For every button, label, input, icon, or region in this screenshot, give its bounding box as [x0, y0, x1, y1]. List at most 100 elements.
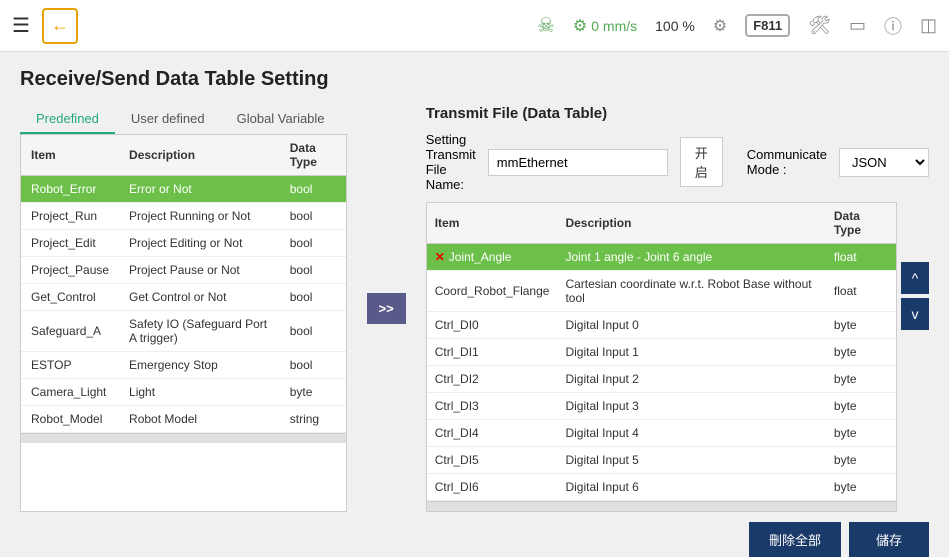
speed-display: ⚙ 0 mm/s — [573, 16, 637, 36]
layout-icon[interactable]: ◫ — [920, 15, 937, 36]
monitor-icon[interactable]: ▭ — [849, 15, 866, 36]
cell-description: Digital Input 6 — [557, 474, 825, 501]
tabs: Predefined User defined Global Variable — [20, 105, 347, 134]
cell-type: byte — [826, 474, 896, 501]
cell-type: float — [826, 244, 896, 271]
cell-item: Ctrl_DI2 — [427, 366, 558, 393]
table-row[interactable]: ESTOP Emergency Stop bool — [21, 352, 346, 379]
info-icon[interactable]: ⓘ — [884, 13, 902, 39]
cell-description: Digital Input 1 — [557, 339, 825, 366]
delete-all-button[interactable]: 刪除全部 — [749, 522, 841, 557]
cell-item: Ctrl_DI5 — [427, 447, 558, 474]
percent-display: 100 % — [655, 18, 695, 34]
nav-buttons: ^ v — [901, 262, 929, 512]
cell-type: string — [280, 406, 346, 433]
communicate-select[interactable]: JSON XML CSV — [839, 148, 929, 177]
cell-type: byte — [826, 366, 896, 393]
table-row[interactable]: Ctrl_DI2 Digital Input 2 byte — [427, 366, 896, 393]
file-name-label: Setting Transmit File Name: — [426, 132, 476, 192]
speed-icon: ⚙ — [573, 16, 587, 36]
table-row[interactable]: Ctrl_DI1 Digital Input 1 byte — [427, 339, 896, 366]
transmit-controls: Setting Transmit File Name: 开启 Communica… — [426, 132, 929, 192]
table-row[interactable]: Get_Control Get Control or Not bool — [21, 284, 346, 311]
cell-description: Digital Input 3 — [557, 393, 825, 420]
down-button[interactable]: v — [901, 298, 929, 330]
bottom-buttons: 刪除全部 儲存 — [20, 522, 929, 557]
transmit-data-table: Item Description Data Type ✕Joint_Angle … — [427, 203, 896, 501]
fcode-display: F811 — [745, 14, 790, 37]
table-row[interactable]: Ctrl_DI0 Digital Input 0 byte — [427, 312, 896, 339]
tab-predefined[interactable]: Predefined — [20, 105, 115, 134]
table-row[interactable]: ✕Joint_Angle Joint 1 angle - Joint 6 ang… — [427, 244, 896, 271]
communicate-label: Communicate Mode : — [747, 147, 827, 177]
tab-user-defined[interactable]: User defined — [115, 105, 221, 134]
table-row[interactable]: Project_Run Project Running or Not bool — [21, 203, 346, 230]
right-panel: Transmit File (Data Table) Setting Trans… — [426, 105, 929, 512]
table-row[interactable]: Ctrl_DI4 Digital Input 4 byte — [427, 420, 896, 447]
tcol-item: Item — [427, 203, 558, 244]
cell-item: Ctrl_DI3 — [427, 393, 558, 420]
table-row[interactable]: Robot_Error Error or Not bool — [21, 176, 346, 203]
transmit-table-area: Item Description Data Type ✕Joint_Angle … — [426, 202, 929, 512]
content-area: Predefined User defined Global Variable … — [20, 105, 929, 512]
col-description: Description — [119, 135, 280, 176]
cell-type: byte — [826, 420, 896, 447]
cell-item: Robot_Error — [21, 176, 119, 203]
cell-type: bool — [280, 203, 346, 230]
cell-description: Safety IO (Safeguard Port A trigger) — [119, 311, 280, 352]
top-bar: ☰ ← ☠ ⚙ 0 mm/s 100 % ⚙ F811 🛠 ▭ ⓘ ◫ — [0, 0, 949, 52]
table-row[interactable]: Project_Pause Project Pause or Not bool — [21, 257, 346, 284]
table-row[interactable]: Project_Edit Project Editing or Not bool — [21, 230, 346, 257]
table-row[interactable]: Camera_Light Light byte — [21, 379, 346, 406]
left-scroll-h[interactable] — [21, 433, 346, 443]
cell-type: bool — [280, 284, 346, 311]
cell-description: Robot Model — [119, 406, 280, 433]
cell-description: Digital Input 5 — [557, 447, 825, 474]
person-icon: ☠ — [537, 13, 555, 38]
cell-description: Digital Input 4 — [557, 420, 825, 447]
cell-description: Light — [119, 379, 280, 406]
transfer-button[interactable]: >> — [367, 293, 406, 324]
cell-description: Emergency Stop — [119, 352, 280, 379]
cell-item: Robot_Model — [21, 406, 119, 433]
table-row[interactable]: Coord_Robot_Flange Cartesian coordinate … — [427, 271, 896, 312]
left-panel: Predefined User defined Global Variable … — [20, 105, 347, 512]
transmit-table-container: Item Description Data Type ✕Joint_Angle … — [426, 202, 897, 512]
settings-icon: ⚙ — [713, 16, 727, 36]
cell-item: Project_Run — [21, 203, 119, 230]
cell-description: Joint 1 angle - Joint 6 angle — [557, 244, 825, 271]
tab-global-variable[interactable]: Global Variable — [221, 105, 341, 134]
cell-item: ESTOP — [21, 352, 119, 379]
back-button[interactable]: ← — [42, 8, 78, 44]
cell-description: Get Control or Not — [119, 284, 280, 311]
cell-item: Camera_Light — [21, 379, 119, 406]
table-row[interactable]: Safeguard_A Safety IO (Safeguard Port A … — [21, 311, 346, 352]
main-content: Receive/Send Data Table Setting Predefin… — [0, 52, 949, 534]
cell-item: Project_Pause — [21, 257, 119, 284]
cell-type: bool — [280, 230, 346, 257]
cell-item: Project_Edit — [21, 230, 119, 257]
up-button[interactable]: ^ — [901, 262, 929, 294]
menu-icon[interactable]: ☰ — [12, 13, 30, 38]
cell-description: Digital Input 0 — [557, 312, 825, 339]
cell-type: byte — [826, 393, 896, 420]
start-button[interactable]: 开启 — [680, 137, 723, 187]
transmit-title: Transmit File (Data Table) — [426, 105, 929, 122]
cell-type: byte — [826, 447, 896, 474]
page-title: Receive/Send Data Table Setting — [20, 68, 929, 91]
cell-type: float — [826, 271, 896, 312]
cell-item: Safeguard_A — [21, 311, 119, 352]
cell-item: ✕Joint_Angle — [427, 244, 558, 271]
transmit-scroll-h[interactable] — [427, 501, 896, 511]
file-name-input[interactable] — [488, 149, 668, 176]
table-row[interactable]: Robot_Model Robot Model string — [21, 406, 346, 433]
table-row[interactable]: Ctrl_DI6 Digital Input 6 byte — [427, 474, 896, 501]
table-row[interactable]: Ctrl_DI3 Digital Input 3 byte — [427, 393, 896, 420]
robot-icon[interactable]: 🛠 — [808, 15, 831, 36]
left-data-table: Item Description Data Type Robot_Error E… — [21, 135, 346, 433]
tcol-description: Description — [557, 203, 825, 244]
save-button[interactable]: 儲存 — [849, 522, 929, 557]
cell-type: bool — [280, 176, 346, 203]
status-area: ☠ ⚙ 0 mm/s 100 % ⚙ F811 🛠 ▭ ⓘ ◫ — [537, 13, 937, 39]
table-row[interactable]: Ctrl_DI5 Digital Input 5 byte — [427, 447, 896, 474]
